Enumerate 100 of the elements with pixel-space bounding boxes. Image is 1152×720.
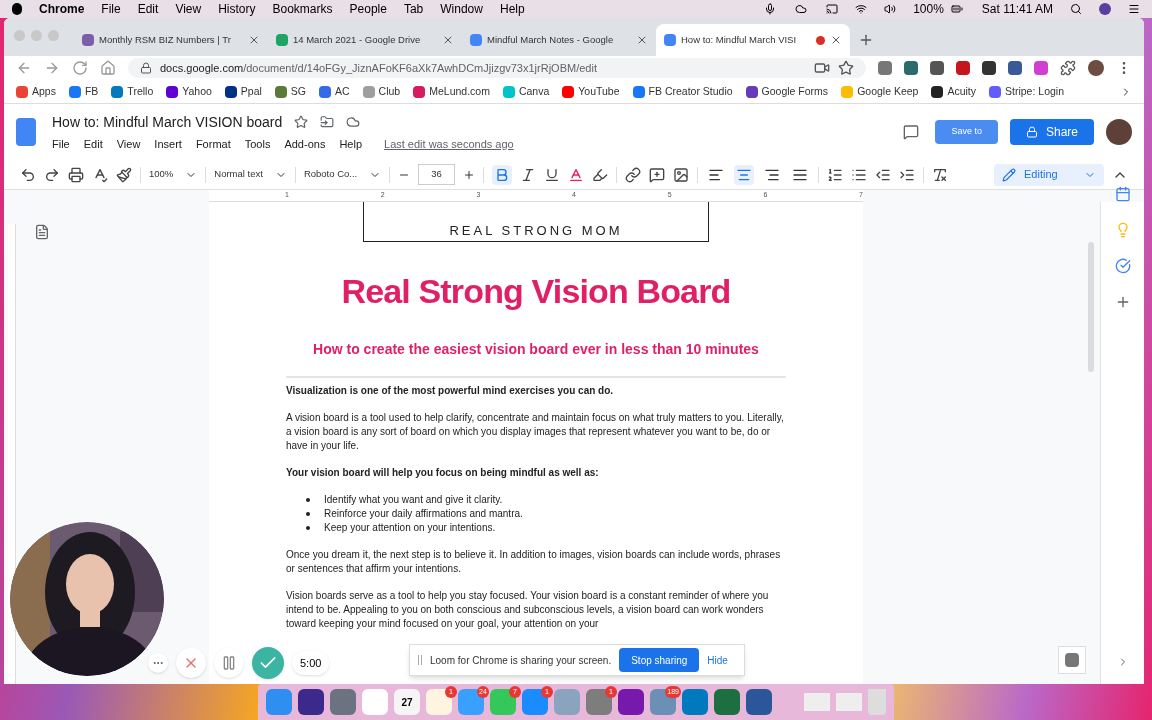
numbered-list-icon[interactable] <box>826 166 843 183</box>
bookmark[interactable]: Google Keep <box>841 83 919 100</box>
extension-icon[interactable] <box>904 61 918 75</box>
dock-app-icon[interactable] <box>714 689 740 715</box>
link-icon[interactable] <box>624 166 641 183</box>
star-icon[interactable] <box>294 115 309 130</box>
bookmark-label[interactable]: Stripe: Login <box>1005 83 1064 100</box>
menu-item[interactable]: Help <box>339 135 362 153</box>
highlighter-icon[interactable] <box>591 166 608 183</box>
menu-item[interactable]: Edit <box>137 0 159 18</box>
mode-dropdown[interactable]: Editing <box>994 163 1104 186</box>
dock-app-icon[interactable] <box>682 689 708 715</box>
wifi-icon[interactable] <box>855 3 868 15</box>
bookmark[interactable]: AC <box>319 83 350 100</box>
extension-icon[interactable] <box>982 61 996 75</box>
bookmark-label[interactable]: Trello <box>127 83 154 100</box>
close-icon[interactable] <box>248 34 260 46</box>
bookmark-label[interactable]: Yahoo <box>182 83 212 100</box>
clear-formatting-icon[interactable] <box>931 166 948 183</box>
menu-item[interactable]: View <box>116 135 141 153</box>
star-icon[interactable] <box>838 60 854 76</box>
menu-item[interactable]: Edit <box>83 135 103 153</box>
bold-button[interactable] <box>491 164 512 185</box>
bookmark-label[interactable]: Canva <box>518 83 550 100</box>
menu-item[interactable]: Tools <box>244 135 271 153</box>
bookmark-label[interactable]: YouTube <box>578 83 620 100</box>
menu-item[interactable]: View <box>175 0 202 18</box>
bookmark-label[interactable]: MeLund.com <box>429 83 490 100</box>
bookmark[interactable]: Trello <box>111 83 154 100</box>
menu-item[interactable]: History <box>218 0 256 18</box>
forward-icon[interactable] <box>44 60 60 76</box>
battery-icon[interactable] <box>948 3 965 15</box>
bookmark[interactable]: MeLund.com <box>413 83 490 100</box>
undo-icon[interactable] <box>20 166 36 183</box>
style-dropdown[interactable]: Normal text <box>214 167 287 182</box>
dock-app-icon[interactable]: 27 <box>394 689 420 715</box>
bookmark[interactable]: Google Forms <box>745 83 829 100</box>
comments-icon[interactable] <box>903 124 920 140</box>
extension-icon[interactable] <box>956 61 970 75</box>
menu-item[interactable]: People <box>349 0 387 18</box>
bookmark[interactable]: Yahoo <box>166 83 212 100</box>
font-dropdown[interactable]: Roboto Co... <box>303 167 382 182</box>
window-thumbnail[interactable] <box>836 693 862 711</box>
apple-icon[interactable] <box>12 3 22 15</box>
menu-item[interactable]: Add-ons <box>284 135 326 153</box>
bookmark-label[interactable]: Apps <box>32 83 56 100</box>
microphone-icon[interactable] <box>764 3 777 15</box>
calendar-icon[interactable] <box>1114 186 1131 202</box>
dock-app-icon[interactable] <box>330 689 356 715</box>
share-button[interactable]: Share <box>1009 119 1094 145</box>
menu-icon[interactable] <box>1128 3 1140 15</box>
bookmark[interactable]: FB Creator Studio <box>632 83 733 100</box>
zoom-dropdown[interactable]: 100% <box>149 167 198 182</box>
add-comment-icon[interactable] <box>648 166 665 183</box>
bookmark-label[interactable]: SG <box>290 83 306 100</box>
spellcheck-icon[interactable] <box>92 166 108 183</box>
font-size-field[interactable]: 36 <box>418 164 455 185</box>
profile-avatar[interactable] <box>1106 119 1132 145</box>
bookmark-label[interactable]: FB Creator Studio <box>648 83 733 100</box>
dock-app-icon[interactable] <box>746 689 772 715</box>
menu-item[interactable]: File <box>52 135 70 153</box>
search-icon[interactable] <box>1070 3 1082 15</box>
bookmark-label[interactable]: Ppal <box>240 83 262 100</box>
reload-icon[interactable] <box>72 60 88 76</box>
bookmark[interactable]: Acuity <box>931 83 977 100</box>
cast-icon[interactable] <box>826 3 839 15</box>
bookmark[interactable]: SG <box>274 83 306 100</box>
clock[interactable]: Sat 11:41 AM <box>981 0 1053 18</box>
redo-icon[interactable] <box>44 166 60 183</box>
bookmark[interactable]: Canva <box>502 83 550 100</box>
profile-avatar[interactable] <box>1088 60 1104 76</box>
document-title[interactable]: How to: Mindful March VISION board <box>52 111 283 133</box>
new-tab-icon[interactable] <box>858 32 874 48</box>
bookmark[interactable]: Apps <box>16 83 56 100</box>
camera-icon[interactable] <box>814 60 830 76</box>
dock-app-icon[interactable] <box>298 689 324 715</box>
bookmark-label[interactable]: AC <box>335 83 350 100</box>
stop-sharing-button[interactable]: Stop sharing <box>619 648 700 672</box>
increase-size-icon[interactable] <box>462 168 475 181</box>
browser-tab[interactable]: Monthly RSM BIZ Numbers | Tr <box>74 24 268 56</box>
explore-button[interactable] <box>1058 646 1086 674</box>
volume-icon[interactable] <box>884 3 897 15</box>
dock-app-icon[interactable] <box>426 689 452 715</box>
scrollbar-thumb[interactable] <box>1088 242 1094 372</box>
image-icon[interactable] <box>672 166 689 183</box>
menu-item[interactable]: Help <box>499 0 525 18</box>
paint-format-icon[interactable] <box>116 166 132 183</box>
browser-tab[interactable]: Mindful March Notes - Google <box>462 24 656 56</box>
bookmark-label[interactable]: Google Forms <box>761 83 829 100</box>
address-bar[interactable]: docs.google.com/document/d/14oFGy_JiznAFoKF6aXk7AwhDCmJjizgv73x1jrRjOBM/edit <box>128 58 866 78</box>
tasks-icon[interactable] <box>1114 258 1131 274</box>
extension-icon[interactable] <box>1008 61 1022 75</box>
close-icon[interactable] <box>830 34 842 46</box>
text-color-icon[interactable] <box>567 166 584 183</box>
menu-item[interactable]: Tab <box>403 0 424 18</box>
bookmark[interactable]: Ppal <box>224 83 262 100</box>
bookmark-label[interactable]: FB <box>84 83 99 100</box>
menu-item[interactable]: Window <box>440 0 483 18</box>
outline-icon[interactable] <box>34 224 50 240</box>
bookmark[interactable]: Stripe: Login <box>989 83 1064 100</box>
